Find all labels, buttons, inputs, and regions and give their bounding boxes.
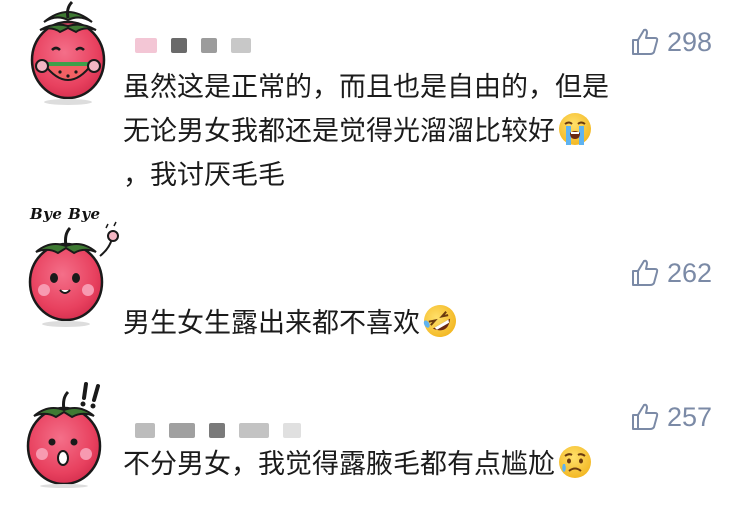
rolling-on-floor-laughing-face-icon: [423, 305, 456, 337]
redacted-block: [201, 38, 217, 53]
redacted-block: [283, 423, 301, 438]
comment-text: 男生女生露出来都不喜欢: [123, 302, 713, 346]
avatar[interactable]: [14, 380, 122, 488]
comment-line: 无论男女我都还是觉得光溜溜比较好: [123, 116, 555, 147]
sad-but-relieved-face-icon: [559, 446, 591, 478]
redacted-block: [209, 423, 225, 438]
thumbs-up-icon: [631, 259, 659, 286]
thumbs-up-icon: [631, 28, 659, 55]
avatar[interactable]: [14, 0, 122, 108]
comment-line-with-emoji: 男生女生露出来都不喜欢: [123, 302, 713, 346]
username-redacted[interactable]: [135, 38, 251, 53]
comment-item: Bye Bye 262 男生女生露出来都不喜欢: [0, 205, 750, 355]
comment-line-with-emoji: 不分男女，我觉得露腋毛都有点尴尬: [123, 443, 713, 487]
redacted-block: [239, 423, 269, 438]
comment-text: 虽然这是正常的，而且也是自由的，但是 无论男女我都还是觉得光溜溜比较好 ，我讨厌…: [123, 66, 713, 198]
loudly-crying-face-icon: [559, 113, 591, 145]
comment-text: 不分男女，我觉得露腋毛都有点尴尬: [123, 443, 713, 487]
redacted-block: [169, 423, 195, 438]
comment-line: ，我讨厌毛毛: [123, 160, 285, 191]
like-button[interactable]: 262: [629, 257, 712, 289]
thumbs-up-icon: [631, 403, 659, 430]
redacted-block: [135, 38, 157, 53]
comment-line: 虽然这是正常的，而且也是自由的，但是: [123, 72, 609, 103]
comment-item: 298 虽然这是正常的，而且也是自由的，但是 无论男女我都还是觉得光溜溜比较好 …: [0, 0, 750, 205]
like-count: 298: [666, 26, 712, 57]
comment-line: 男生女生露出来都不喜欢: [123, 308, 420, 339]
redacted-block: [135, 423, 155, 438]
comment-line: 不分男女，我觉得露腋毛都有点尴尬: [123, 449, 555, 480]
like-button[interactable]: 257: [629, 401, 712, 433]
comment-item: 257 不分男女，我觉得露腋毛都有点尴尬: [0, 355, 750, 520]
like-count: 262: [666, 257, 712, 288]
like-button[interactable]: 298: [629, 26, 712, 58]
username-redacted[interactable]: [135, 423, 301, 438]
redacted-block: [231, 38, 251, 53]
avatar[interactable]: [14, 220, 122, 328]
redacted-block: [171, 38, 187, 53]
like-count: 257: [666, 401, 712, 432]
comment-line-with-emoji: 无论男女我都还是觉得光溜溜比较好: [123, 110, 713, 154]
